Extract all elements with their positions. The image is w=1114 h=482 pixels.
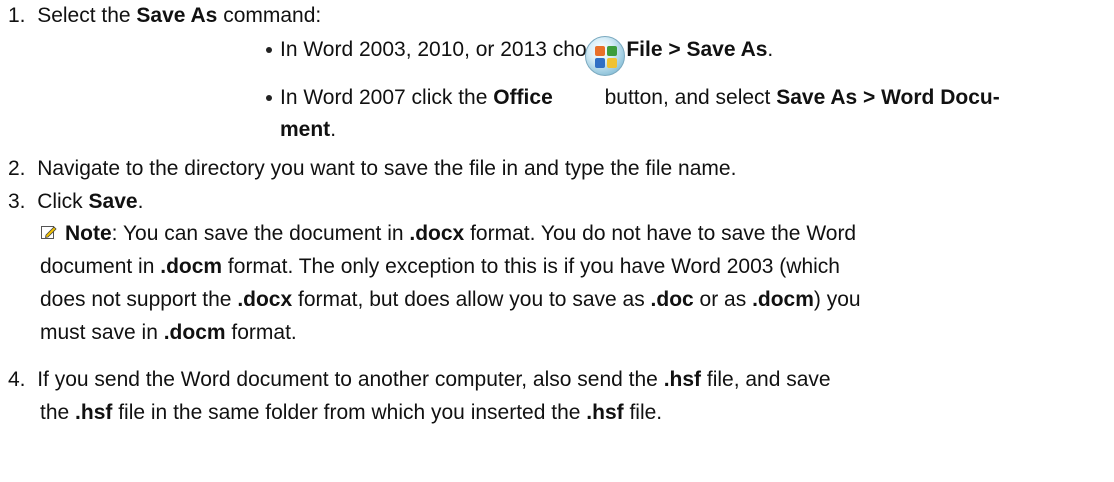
step-bold: .hsf (663, 368, 702, 391)
note-text: ) you (813, 288, 861, 311)
note-text: document in (40, 255, 161, 278)
step-number: 1. (8, 4, 26, 27)
bullet-text: . (767, 38, 774, 61)
step-text: Select the (37, 4, 137, 27)
step-text: file. (623, 401, 663, 424)
bullet-item: In Word 2003, 2010, or 2013 choose File … (280, 36, 773, 64)
note-text: must save in (40, 321, 164, 344)
step-text: Navigate to the directory you want to sa… (37, 157, 737, 180)
note-text: does not support the (40, 288, 238, 311)
note-text: format. You do not have to save the Word (464, 222, 857, 245)
step-1: 1. Select the Save As command: (8, 2, 321, 30)
step-text: file in the same folder from which you i… (112, 401, 587, 424)
bullet-dot (266, 47, 272, 53)
note-bold: .doc (650, 288, 694, 311)
step-bold: Save As (136, 4, 218, 27)
note-text: : You can save the document in (111, 222, 410, 245)
step-number: 2. (8, 157, 26, 180)
bullet-bold: File > Save As (626, 38, 768, 61)
bullet-bold: Office (493, 86, 553, 109)
note-line: Note: You can save the document in .docx… (65, 220, 856, 248)
bullet-text: In Word 2007 click the (280, 86, 494, 109)
note-bold: .docx (237, 288, 293, 311)
step-bold: Save (88, 190, 138, 213)
note-text: format. (225, 321, 297, 344)
step-4-continuation: the .hsf file in the same folder from wh… (40, 399, 662, 427)
bullet-bold: ment (280, 118, 331, 141)
note-label: Note (65, 222, 112, 245)
note-bold: .docm (163, 321, 226, 344)
step-text: If you send the Word document to another… (37, 368, 664, 391)
bullet-text: button, and select (598, 86, 777, 109)
bullet-dot (266, 95, 272, 101)
step-bold: .hsf (586, 401, 624, 424)
step-2: 2. Navigate to the directory you want to… (8, 155, 736, 183)
note-bold: .docx (409, 222, 465, 245)
step-text: Click (37, 190, 89, 213)
step-4: 4. If you send the Word document to anot… (8, 366, 831, 394)
note-text: format, but does allow you to save as (292, 288, 651, 311)
note-text: or as (693, 288, 753, 311)
step-text: file, and save (701, 368, 831, 391)
step-text: . (137, 190, 144, 213)
note-bold: .docm (160, 255, 223, 278)
bullet-continuation: ment. (280, 116, 336, 144)
bullet-text: . (330, 118, 337, 141)
note-line: does not support the .docx format, but d… (40, 286, 861, 314)
note-line: document in .docm format. The only excep… (40, 253, 840, 281)
step-text: command: (217, 4, 322, 27)
step-3: 3. Click Save. (8, 188, 143, 216)
step-number: 4. (8, 368, 26, 391)
bullet-text: In Word 2003, 2010, or 2013 choose (280, 38, 627, 61)
note-pencil-icon (41, 222, 57, 239)
note-bold: .docm (752, 288, 814, 311)
step-number: 3. (8, 190, 26, 213)
note-line: must save in .docm format. (40, 319, 297, 347)
bullet-item: In Word 2007 click the Office button, an… (280, 84, 1000, 112)
step-bold: .hsf (75, 401, 113, 424)
office-button-icon (585, 36, 625, 76)
step-text: the (40, 401, 76, 424)
note-text: format. The only exception to this is if… (222, 255, 840, 278)
bullet-bold: Save As > Word Docu- (776, 86, 1000, 109)
